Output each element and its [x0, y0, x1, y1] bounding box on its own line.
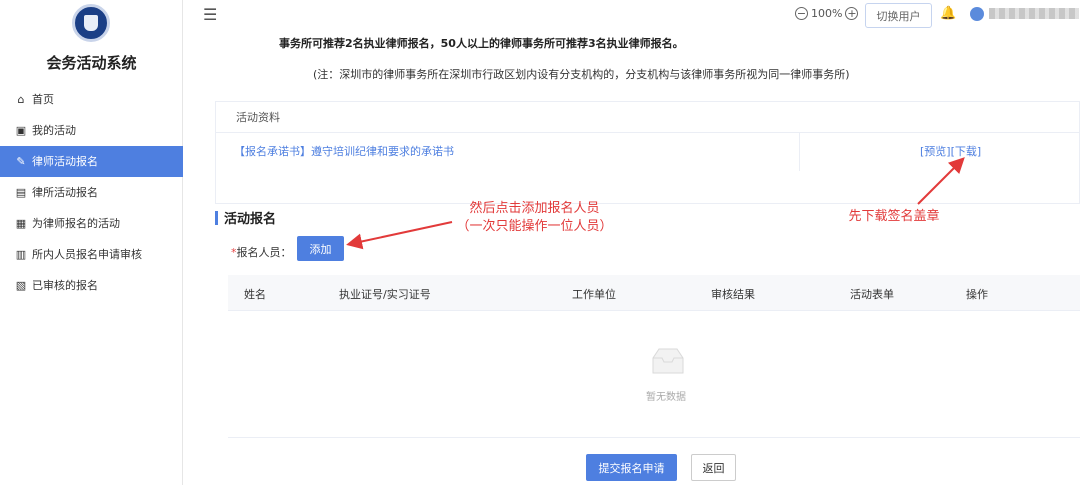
sidebar-item-internal-review[interactable]: ▥ 所内人员报名申请审核 — [0, 239, 183, 270]
emblem-logo — [72, 4, 110, 42]
audit-icon: ▥ — [15, 248, 27, 261]
applicant-label: *报名人员： — [231, 246, 292, 259]
username-blurred[interactable] — [989, 8, 1079, 19]
preview-link[interactable]: [预览] — [920, 145, 951, 158]
empty-inbox-icon — [652, 348, 684, 374]
column-header: 活动表单 — [850, 288, 894, 301]
zoom-out-icon[interactable]: − — [795, 7, 808, 20]
user-list-icon: ▦ — [15, 217, 27, 230]
sidebar-item-home[interactable]: ⌂ 首页 — [0, 84, 183, 115]
notice-text: 事务所可推荐2名执业律师报名，50人以上的律师事务所可推荐3名执业律师报名。 — [279, 37, 684, 50]
app-title: 会务活动系统 — [46, 54, 137, 72]
materials-panel: 活动资料 【报名承诺书】遵守培训纪律和要求的承诺书 [预览][下载] — [215, 101, 1080, 204]
calendar-icon: ▣ — [15, 124, 27, 137]
column-header: 执业证号/实习证号 — [339, 288, 431, 301]
sidebar-menu: ⌂ 首页 ▣ 我的活动 ✎ 律师活动报名 ▤ 律所活动报名 ▦ 为律师报名的活动 ▥ 所内人… — [0, 84, 183, 301]
materials-row: 【报名承诺书】遵守培训纪律和要求的承诺书 [预览][下载] — [216, 133, 1079, 171]
column-header: 姓名 — [244, 288, 266, 301]
empty-text: 暂无数据 — [646, 392, 686, 403]
home-icon: ⌂ — [17, 93, 25, 106]
sidebar-item-my-activities[interactable]: ▣ 我的活动 — [0, 115, 183, 146]
submit-application-button[interactable]: 提交报名申请 — [586, 454, 677, 481]
table-header: 姓名 执业证号/实习证号 工作单位 审核结果 活动表单 操作 — [228, 275, 1080, 311]
sidebar: 会务活动系统 ⌂ 首页 ▣ 我的活动 ✎ 律师活动报名 ▤ 律所活动报名 ▦ 为律师报名的… — [0, 0, 183, 485]
commitment-letter-link[interactable]: 【报名承诺书】遵守培训纪律和要求的承诺书 — [234, 133, 454, 171]
zoom-in-icon[interactable]: + — [845, 7, 859, 20]
zoom-control: − 100% + — [795, 7, 859, 20]
add-hint-annotation: 然后点击添加报名人员 （一次只能操作一位人员） — [456, 201, 613, 234]
column-header: 操作 — [966, 288, 988, 301]
top-bar: ☰ − 100% + 切换用户 🔔 — [183, 0, 1080, 32]
form-icon: ▤ — [15, 186, 27, 199]
materials-header: 活动资料 — [216, 102, 1079, 133]
menu-fold-icon[interactable]: ☰ — [203, 5, 217, 24]
checked-icon: ▧ — [15, 279, 27, 292]
bell-icon[interactable]: 🔔 — [940, 6, 956, 21]
zoom-level: 100% — [811, 7, 843, 20]
download-hint-annotation: 先下载签名盖章 — [848, 209, 940, 224]
section-title: 活动报名 — [215, 208, 276, 227]
edit-icon: ✎ — [16, 155, 26, 168]
sidebar-item-reviewed[interactable]: ▧ 已审核的报名 — [0, 270, 183, 301]
add-applicant-button[interactable]: 添加 — [297, 236, 344, 261]
sidebar-item-lawyer-registration[interactable]: ✎ 律师活动报名 — [0, 146, 183, 177]
back-button[interactable]: 返回 — [691, 454, 736, 481]
download-link[interactable]: [下载] — [951, 145, 982, 158]
column-header: 审核结果 — [711, 288, 755, 301]
column-header: 工作单位 — [572, 288, 616, 301]
main-content: 事务所可推荐2名执业律师报名，50人以上的律师事务所可推荐3名执业律师报名。 (… — [183, 32, 1080, 485]
notice-note: (注：深圳市的律师事务所在深圳市行政区划内设有分支机构的，分支机构与该律师事务所… — [313, 68, 850, 81]
switch-user-button[interactable]: 切换用户 — [865, 3, 932, 28]
sidebar-item-firm-registration[interactable]: ▤ 律所活动报名 — [0, 177, 183, 208]
avatar[interactable] — [970, 7, 984, 21]
sidebar-item-registered-for-lawyers[interactable]: ▦ 为律师报名的活动 — [0, 208, 183, 239]
